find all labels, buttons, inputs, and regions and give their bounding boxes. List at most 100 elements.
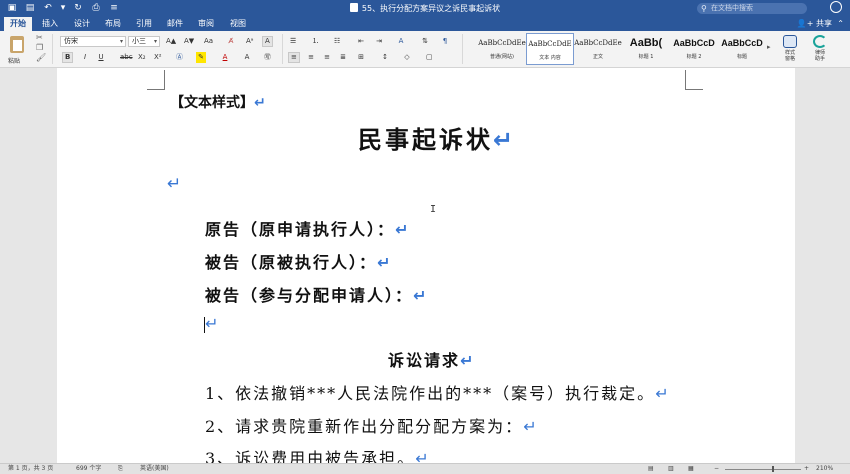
ribbon-home: 粘贴 ✂ ❐ 🖌 仿宋 ▾ 小三 ▾ A▲ A▼ Aa A̸ Aᵃ A B I U … [0, 31, 850, 68]
zoom-out-icon[interactable]: − [714, 464, 719, 474]
numbering-icon[interactable]: ⒈ [310, 36, 321, 47]
style-normal[interactable]: AaBbCcDdEe 正文 [574, 33, 622, 65]
search-input[interactable]: ⚲ 在文档中搜索 [697, 3, 807, 14]
style-heading-2[interactable]: AaBbCcD 标题 2 [670, 33, 718, 65]
divider [52, 34, 53, 64]
font-size-select[interactable]: 小三 ▾ [128, 36, 160, 47]
phonetic-guide-button[interactable]: Aᵃ [244, 36, 256, 47]
document-icon [349, 3, 358, 12]
underline-button[interactable]: U [96, 52, 106, 63]
font-color-icon[interactable]: A [220, 52, 230, 63]
text-effects-icon[interactable]: Ⓐ [174, 52, 185, 63]
paragraph-mark: ↵ [655, 384, 671, 403]
tab-view[interactable]: 视图 [224, 17, 252, 31]
grow-font-button[interactable]: A▲ [164, 36, 178, 47]
char-border-button[interactable]: A [262, 36, 273, 47]
change-case-button[interactable]: Aa [202, 36, 215, 47]
party-distribution-applicant: 被告（参与分配申请人）：↵ [205, 286, 429, 305]
clear-format-icon[interactable]: A̸ [226, 36, 236, 47]
italic-button[interactable]: I [80, 52, 90, 63]
borders-icon[interactable]: ▢ [424, 52, 435, 63]
show-marks-icon[interactable]: ¶ [440, 36, 450, 47]
paragraph-mark: ↵ [254, 95, 266, 111]
chevron-down-icon: ▾ [153, 38, 157, 45]
tab-layout[interactable]: 布局 [99, 17, 127, 31]
proofing-icon[interactable]: ⎘ [118, 464, 123, 474]
collapse-ribbon-icon[interactable]: ⌃ [837, 17, 844, 31]
zoom-slider-handle[interactable] [772, 466, 774, 472]
align-center-icon[interactable]: ≡ [306, 52, 316, 63]
style-normal-web[interactable]: AaBbCcDdEe 普通(网站) [478, 33, 526, 65]
asian-layout-icon[interactable]: A [396, 36, 406, 47]
multilevel-list-icon[interactable]: ☷ [332, 36, 342, 47]
superscript-button[interactable]: X² [152, 52, 164, 63]
shading-icon[interactable]: ◇ [402, 52, 412, 63]
word-count[interactable]: 699 个字 [76, 464, 101, 474]
tab-mailings[interactable]: 邮件 [161, 17, 189, 31]
assistant-button[interactable]: 律师 助手 [808, 35, 832, 65]
cut-icon[interactable]: ✂ [36, 33, 48, 43]
claim-item: 1、依法撤销***人民法院作出的***（案号）执行裁定。↵ [205, 384, 671, 403]
sort-icon[interactable]: ⇅ [420, 36, 430, 47]
increase-indent-icon[interactable]: ⇥ [374, 36, 384, 47]
tab-design[interactable]: 设计 [68, 17, 96, 31]
paragraph-mark: ↵ [413, 286, 429, 305]
document-area: 【文本样式】↵ 民事起诉状↵ ↵ 原告（原申请执行人）：↵ 被告（原被执行人）：… [0, 68, 850, 468]
paragraph-mark: ↵ [523, 417, 539, 436]
line-spacing-icon[interactable]: ↕ [380, 52, 390, 63]
party-defendant: 被告（原被执行人）：↵ [205, 253, 393, 272]
tab-references[interactable]: 引用 [130, 17, 158, 31]
search-icon: ⚲ [701, 4, 707, 13]
tab-insert[interactable]: 插入 [36, 17, 64, 31]
style-title[interactable]: AaBbCcD 标题 [718, 33, 766, 65]
bold-button[interactable]: B [62, 52, 74, 63]
party-plaintiff: 原告（原申请执行人）：↵ [205, 220, 411, 239]
font-name-select[interactable]: 仿宋 ▾ [60, 36, 126, 47]
highlight-icon[interactable]: ✎ [196, 52, 206, 63]
format-painter-icon[interactable]: 🖌 [36, 53, 48, 63]
tab-home[interactable]: 开始 [4, 17, 32, 31]
char-shading-icon[interactable]: A [242, 52, 252, 63]
feedback-icon[interactable] [830, 1, 842, 13]
empty-paragraph: ↵ [205, 314, 218, 333]
tab-review[interactable]: 审阅 [192, 17, 220, 31]
read-mode-icon[interactable]: ▤ [648, 464, 654, 474]
align-right-icon[interactable]: ≡ [322, 52, 332, 63]
paragraph-mark: ↵ [395, 220, 411, 239]
style-heading-1[interactable]: AaBb( 标题 1 [622, 33, 670, 65]
style-tag-line: 【文本样式】↵ [170, 95, 266, 111]
zoom-in-icon[interactable]: + [804, 464, 809, 474]
zoom-level[interactable]: 210% [816, 464, 833, 474]
zoom-slider[interactable] [725, 469, 801, 470]
page-count[interactable]: 第 1 页，共 3 页 [8, 464, 53, 474]
decrease-indent-icon[interactable]: ⇤ [356, 36, 366, 47]
gallery-more-icon[interactable]: ▸ [767, 43, 771, 51]
divider [462, 34, 463, 64]
justify-icon[interactable]: ≣ [338, 52, 348, 63]
paragraph-mark: ↵ [377, 253, 393, 272]
web-layout-icon[interactable]: ▦ [688, 464, 694, 474]
style-body-text[interactable]: AaBbCcDdE 文本 内容 [526, 33, 574, 65]
styles-pane-button[interactable]: 样式 窗格 [778, 35, 802, 65]
mouse-ibeam-icon: I [430, 204, 437, 215]
page[interactable]: 【文本样式】↵ 民事起诉状↵ ↵ 原告（原申请执行人）：↵ 被告（原被执行人）：… [57, 68, 795, 468]
styles-pane-icon [783, 35, 797, 48]
subscript-button[interactable]: X₂ [136, 52, 148, 63]
title-bar: ▣ ▤ ↶ ▾ ↻ ⎙ ≡ 55、执行分配方案异议之诉民事起诉状 ⚲ 在文档中搜… [0, 0, 850, 17]
strikethrough-button[interactable]: abc [118, 52, 135, 63]
align-left-icon[interactable]: ≡ [288, 52, 300, 63]
language-indicator[interactable]: 英语(美国) [140, 464, 169, 474]
share-button[interactable]: 👤+ 共享 [797, 17, 832, 31]
enclosed-char-icon[interactable]: ㊢ [262, 52, 273, 63]
margin-corner-mark [685, 70, 703, 90]
paste-button[interactable]: 粘贴 [4, 34, 30, 66]
print-layout-icon[interactable]: ▥ [668, 464, 674, 474]
empty-paragraph: ↵ [167, 174, 181, 194]
search-placeholder: 在文档中搜索 [711, 4, 753, 12]
copy-icon[interactable]: ❐ [36, 43, 48, 53]
status-bar: 第 1 页，共 3 页 699 个字 ⎘ 英语(美国) ▤ ▥ ▦ − + 21… [0, 463, 850, 474]
distributed-icon[interactable]: ⊞ [356, 52, 366, 63]
bullets-icon[interactable]: ☰ [288, 36, 298, 47]
divider [282, 34, 283, 64]
shrink-font-button[interactable]: A▼ [182, 36, 196, 47]
